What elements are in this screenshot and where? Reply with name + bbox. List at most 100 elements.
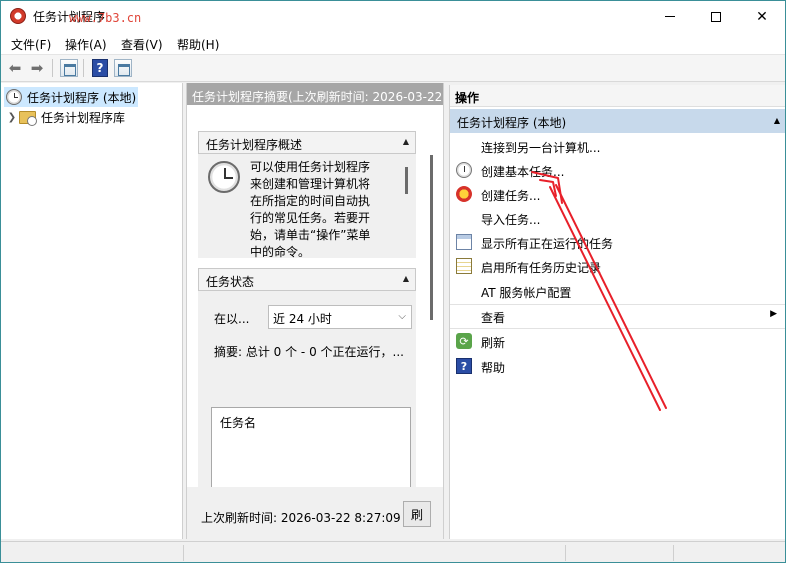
action-label: AT 服务帐户配置 <box>481 286 572 300</box>
last-refresh-text: 上次刷新时间: 2026-03-22 8:27:09 <box>201 511 401 525</box>
action-label: 刷新 <box>481 336 506 350</box>
back-arrow-icon: ⬅ <box>8 59 22 77</box>
summary-scrollbar[interactable] <box>429 155 434 325</box>
chevron-right-icon[interactable]: ❯ <box>5 112 19 123</box>
menu-action[interactable]: 操作(A) <box>65 36 107 53</box>
folder-clock-icon <box>19 110 37 126</box>
action-enable-history[interactable]: 启用所有任务历史记录 <box>450 255 785 277</box>
close-icon: ✕ <box>756 8 768 25</box>
history-icon <box>456 258 472 274</box>
menu-bar: 文件(F) 操作(A) 查看(V) 帮助(H) <box>1 32 785 55</box>
maximize-button[interactable] <box>693 1 739 32</box>
summary-pane: 任务计划程序摘要(上次刷新时间: 2026-03-22 8:27:09) 任务计… <box>186 83 444 539</box>
tree-item-task-scheduler-local[interactable]: 任务计划程序 (本地) <box>4 87 138 107</box>
watermark-text: www.7b3.cn <box>69 11 142 25</box>
status-bar-segment <box>565 545 566 561</box>
scrollbar-thumb[interactable] <box>430 155 433 320</box>
action-label: 启用所有任务历史记录 <box>481 261 602 275</box>
action-at-service-config[interactable]: AT 服务帐户配置 <box>450 280 785 302</box>
overview-section: 任务计划程序概述 ▲ 可以使用任务计划程序来创建和管理计算机将在所指定的时间自动… <box>198 131 416 258</box>
action-label: 导入任务... <box>481 213 541 227</box>
console-tree: 任务计划程序 (本地) ❯ 任务计划程序库 <box>1 83 183 539</box>
toolbar: ⬅ ➡ ? <box>1 55 785 82</box>
console-tree-icon <box>60 59 78 77</box>
status-period-value: 近 24 小时 <box>273 312 332 326</box>
scrollbar-thumb[interactable] <box>405 167 408 194</box>
clock-icon <box>6 89 22 105</box>
status-title: 任务状态 <box>206 275 255 289</box>
summary-content: 任务计划程序概述 ▲ 可以使用任务计划程序来创建和管理计算机将在所指定的时间自动… <box>187 105 443 521</box>
forward-arrow-icon: ➡ <box>30 59 44 77</box>
help-icon: ? <box>456 358 472 374</box>
action-show-running-tasks[interactable]: 显示所有正在运行的任务 <box>450 231 785 253</box>
menu-help[interactable]: 帮助(H) <box>177 36 219 53</box>
action-label: 创建基本任务... <box>481 165 565 179</box>
tree-item-task-library[interactable]: ❯ 任务计划程序库 <box>5 107 165 127</box>
maximize-icon <box>711 11 721 22</box>
forward-button[interactable]: ➡ <box>27 58 47 78</box>
summary-footer: 上次刷新时间: 2026-03-22 8:27:09 刷 <box>187 487 443 539</box>
chevron-down-icon: ⌵ <box>398 311 406 322</box>
minimize-button[interactable] <box>647 1 693 32</box>
action-label: 创建任务... <box>481 189 541 203</box>
status-bar <box>1 541 785 562</box>
help-icon: ? <box>92 59 108 77</box>
overview-title: 任务计划程序概述 <box>206 138 303 152</box>
action-pane-icon <box>114 59 132 77</box>
action-refresh[interactable]: ⟳ 刷新 <box>450 330 785 352</box>
status-period-select[interactable]: 近 24 小时 ⌵ <box>268 305 412 329</box>
action-create-basic-task[interactable]: 创建基本任务... <box>450 159 785 181</box>
overview-body: 可以使用任务计划程序来创建和管理计算机将在所指定的时间自动执行的常见任务。若要开… <box>198 154 416 258</box>
action-connect-computer[interactable]: 连接到另一台计算机... <box>450 135 785 157</box>
actions-pane: 操作 任务计划程序 (本地) ▲ 连接到另一台计算机... 创建基本任务... … <box>449 85 785 539</box>
action-label: 显示所有正在运行的任务 <box>481 237 614 251</box>
actions-group-header[interactable]: 任务计划程序 (本地) ▲ <box>450 109 785 133</box>
task-scheduler-app-icon <box>10 8 26 24</box>
status-summary: 摘要: 总计 0 个 - 0 个正在运行，... <box>214 345 404 359</box>
actions-group-label: 任务计划程序 (本地) <box>457 116 567 130</box>
help-toolbar-button[interactable]: ? <box>90 58 110 78</box>
title-bar: 任务计划程序 www.7b3.cn ✕ <box>1 1 785 32</box>
overview-text: 可以使用任务计划程序来创建和管理计算机将在所指定的时间自动执行的常见任务。若要开… <box>250 160 371 258</box>
overview-section-header[interactable]: 任务计划程序概述 ▲ <box>198 131 416 154</box>
task-scheduler-window: 任务计划程序 www.7b3.cn ✕ 文件(F) 操作(A) 查看(V) 帮助… <box>0 0 786 563</box>
status-section: 任务状态 ▲ 在以... 近 24 小时 ⌵ 摘要: 总计 0 个 - 0 个正… <box>198 268 416 521</box>
action-label: 查看 <box>481 311 506 325</box>
action-label: 帮助 <box>481 361 506 375</box>
task-icon <box>456 186 472 202</box>
menu-file[interactable]: 文件(F) <box>11 36 51 53</box>
tree-item-label: 任务计划程序 (本地) <box>27 90 137 105</box>
actions-header: 操作 <box>450 85 785 107</box>
show-hide-console-tree-button[interactable] <box>59 58 79 78</box>
overview-scrollbar[interactable] <box>404 158 409 254</box>
collapse-up-icon[interactable]: ▲ <box>403 137 409 146</box>
task-name-column-header[interactable]: 任务名 <box>220 414 256 431</box>
action-create-task[interactable]: 创建任务... <box>450 183 785 205</box>
action-import-task[interactable]: 导入任务... <box>450 207 785 229</box>
status-section-header[interactable]: 任务状态 ▲ <box>198 268 416 291</box>
status-bar-segment <box>673 545 674 561</box>
actions-divider <box>450 328 785 329</box>
refresh-button[interactable]: 刷 <box>403 501 431 527</box>
toolbar-separator <box>83 59 84 77</box>
collapse-up-icon[interactable]: ▲ <box>403 274 409 283</box>
toolbar-separator <box>52 59 53 77</box>
action-view[interactable]: 查看 ▶ <box>450 305 785 327</box>
close-button[interactable]: ✕ <box>739 1 785 32</box>
minimize-icon <box>665 16 675 17</box>
back-button[interactable]: ⬅ <box>5 58 25 78</box>
show-hide-action-pane-button[interactable] <box>113 58 133 78</box>
collapse-up-icon[interactable]: ▲ <box>774 116 780 125</box>
summary-header: 任务计划程序摘要(上次刷新时间: 2026-03-22 8:27:09) <box>187 83 443 105</box>
status-period-label: 在以... <box>214 312 250 326</box>
running-tasks-icon <box>456 234 472 250</box>
submenu-arrow-icon: ▶ <box>770 309 777 319</box>
action-help[interactable]: ? 帮助 <box>450 355 785 377</box>
clock-icon <box>208 161 240 193</box>
clock-star-icon <box>456 162 472 178</box>
action-label: 连接到另一台计算机... <box>481 141 601 155</box>
tree-item-label: 任务计划程序库 <box>41 110 126 125</box>
status-bar-segment <box>183 545 184 561</box>
menu-view[interactable]: 查看(V) <box>121 36 163 53</box>
refresh-icon: ⟳ <box>456 333 472 349</box>
